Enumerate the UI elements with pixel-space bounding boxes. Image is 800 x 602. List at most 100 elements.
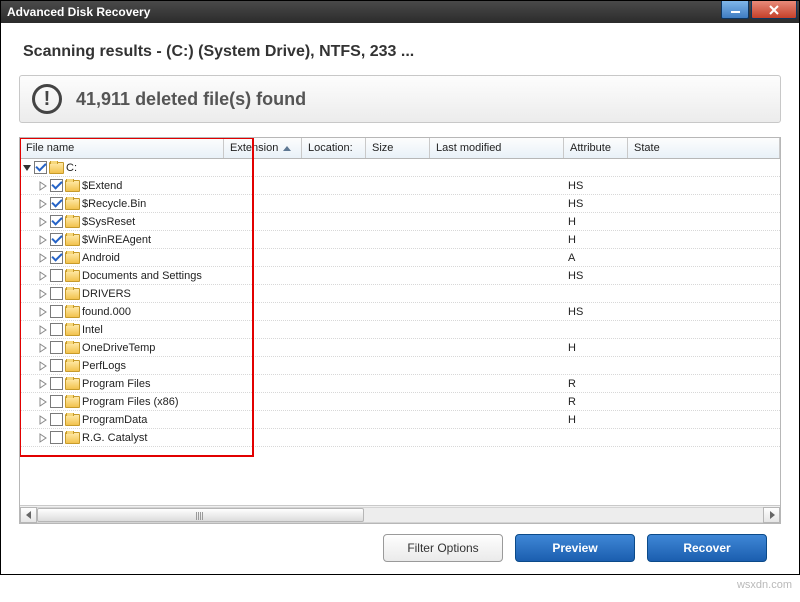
- table-row[interactable]: R.G. Catalyst: [20, 429, 780, 447]
- row-checkbox[interactable]: [50, 431, 63, 444]
- folder-icon: [49, 162, 64, 174]
- row-checkbox[interactable]: [50, 179, 63, 192]
- attribute-cell: H: [564, 216, 628, 228]
- row-checkbox[interactable]: [50, 197, 63, 210]
- table-row[interactable]: Intel: [20, 321, 780, 339]
- app-window: Advanced Disk Recovery Scanning results …: [0, 0, 800, 575]
- row-checkbox[interactable]: [50, 215, 63, 228]
- col-location[interactable]: Location:: [302, 138, 366, 158]
- filename-cell: DRIVERS: [20, 287, 224, 300]
- expand-icon[interactable]: [38, 271, 48, 281]
- expand-icon[interactable]: [38, 397, 48, 407]
- attribute-cell: A: [564, 252, 628, 264]
- table-header: File name Extension Location: Size Last …: [20, 138, 780, 159]
- attribute-cell: H: [564, 234, 628, 246]
- filename-label: Program Files: [82, 378, 150, 390]
- filename-label: R.G. Catalyst: [82, 432, 147, 444]
- expand-icon[interactable]: [38, 307, 48, 317]
- expand-icon[interactable]: [38, 415, 48, 425]
- table-row[interactable]: Documents and SettingsHS: [20, 267, 780, 285]
- filename-cell: Program Files: [20, 377, 224, 390]
- row-checkbox[interactable]: [50, 269, 63, 282]
- filename-cell: found.000: [20, 305, 224, 318]
- filename-label: $WinREAgent: [82, 234, 151, 246]
- filename-cell: PerfLogs: [20, 359, 224, 372]
- filename-cell: Android: [20, 251, 224, 264]
- row-checkbox[interactable]: [50, 233, 63, 246]
- expand-icon[interactable]: [38, 217, 48, 227]
- close-button[interactable]: [751, 1, 797, 19]
- scroll-thumb[interactable]: [37, 508, 364, 522]
- expand-icon[interactable]: [38, 379, 48, 389]
- expand-icon[interactable]: [38, 361, 48, 371]
- minimize-button[interactable]: [721, 1, 749, 19]
- table-row[interactable]: $ExtendHS: [20, 177, 780, 195]
- col-filename[interactable]: File name: [20, 138, 224, 158]
- table-row[interactable]: DRIVERS: [20, 285, 780, 303]
- table-row[interactable]: $SysReset H: [20, 213, 780, 231]
- preview-button[interactable]: Preview: [515, 534, 635, 562]
- collapse-icon[interactable]: [22, 163, 32, 173]
- scroll-left-arrow[interactable]: [20, 507, 37, 523]
- folder-icon: [65, 270, 80, 282]
- attribute-cell: H: [564, 342, 628, 354]
- table-row[interactable]: PerfLogs: [20, 357, 780, 375]
- row-checkbox[interactable]: [50, 305, 63, 318]
- col-attribute[interactable]: Attribute: [564, 138, 628, 158]
- attribute-cell: HS: [564, 180, 628, 192]
- table-row[interactable]: $WinREAgent H: [20, 231, 780, 249]
- row-checkbox[interactable]: [50, 287, 63, 300]
- row-checkbox[interactable]: [50, 323, 63, 336]
- attribute-cell: R: [564, 378, 628, 390]
- folder-icon: [65, 414, 80, 426]
- recover-button[interactable]: Recover: [647, 534, 767, 562]
- filename-cell: $SysReset: [20, 215, 224, 228]
- expand-icon[interactable]: [38, 433, 48, 443]
- filename-cell: OneDriveTemp: [20, 341, 224, 354]
- table-row[interactable]: found.000HS: [20, 303, 780, 321]
- expand-icon[interactable]: [38, 235, 48, 245]
- table-row[interactable]: Android A: [20, 249, 780, 267]
- page-heading: Scanning results - (C:) (System Drive), …: [23, 43, 781, 61]
- filename-cell: Documents and Settings: [20, 269, 224, 282]
- row-checkbox[interactable]: [50, 251, 63, 264]
- filename-cell: $WinREAgent: [20, 233, 224, 246]
- scroll-track[interactable]: [37, 507, 763, 523]
- table-row[interactable]: OneDriveTemp H: [20, 339, 780, 357]
- filename-label: OneDriveTemp: [82, 342, 155, 354]
- table-row[interactable]: ProgramDataH: [20, 411, 780, 429]
- scroll-right-arrow[interactable]: [763, 507, 780, 523]
- banner-text: 41,911 deleted file(s) found: [76, 89, 306, 110]
- filename-cell: ProgramData: [20, 413, 224, 426]
- col-size[interactable]: Size: [366, 138, 430, 158]
- filter-options-button[interactable]: Filter Options: [383, 534, 503, 562]
- row-checkbox[interactable]: [34, 161, 47, 174]
- filename-label: $Recycle.Bin: [82, 198, 146, 210]
- expand-icon[interactable]: [38, 289, 48, 299]
- expand-icon[interactable]: [38, 343, 48, 353]
- result-banner: ! 41,911 deleted file(s) found: [19, 75, 781, 123]
- row-checkbox[interactable]: [50, 413, 63, 426]
- table-row[interactable]: Program Files R: [20, 375, 780, 393]
- col-modified[interactable]: Last modified: [430, 138, 564, 158]
- table-row[interactable]: $Recycle.BinHS: [20, 195, 780, 213]
- table-row[interactable]: C:: [20, 159, 780, 177]
- folder-icon: [65, 432, 80, 444]
- table-row[interactable]: Program Files (x86)R: [20, 393, 780, 411]
- filename-label: Intel: [82, 324, 103, 336]
- row-checkbox[interactable]: [50, 341, 63, 354]
- folder-icon: [65, 180, 80, 192]
- expand-icon[interactable]: [38, 325, 48, 335]
- row-checkbox[interactable]: [50, 395, 63, 408]
- expand-icon[interactable]: [38, 253, 48, 263]
- horizontal-scrollbar[interactable]: [20, 505, 780, 523]
- row-checkbox[interactable]: [50, 359, 63, 372]
- filename-label: PerfLogs: [82, 360, 126, 372]
- expand-icon[interactable]: [38, 199, 48, 209]
- col-state[interactable]: State: [628, 138, 780, 158]
- expand-icon[interactable]: [38, 181, 48, 191]
- col-extension[interactable]: Extension: [224, 138, 302, 158]
- folder-icon: [65, 288, 80, 300]
- row-checkbox[interactable]: [50, 377, 63, 390]
- watermark: wsxdn.com: [0, 575, 800, 591]
